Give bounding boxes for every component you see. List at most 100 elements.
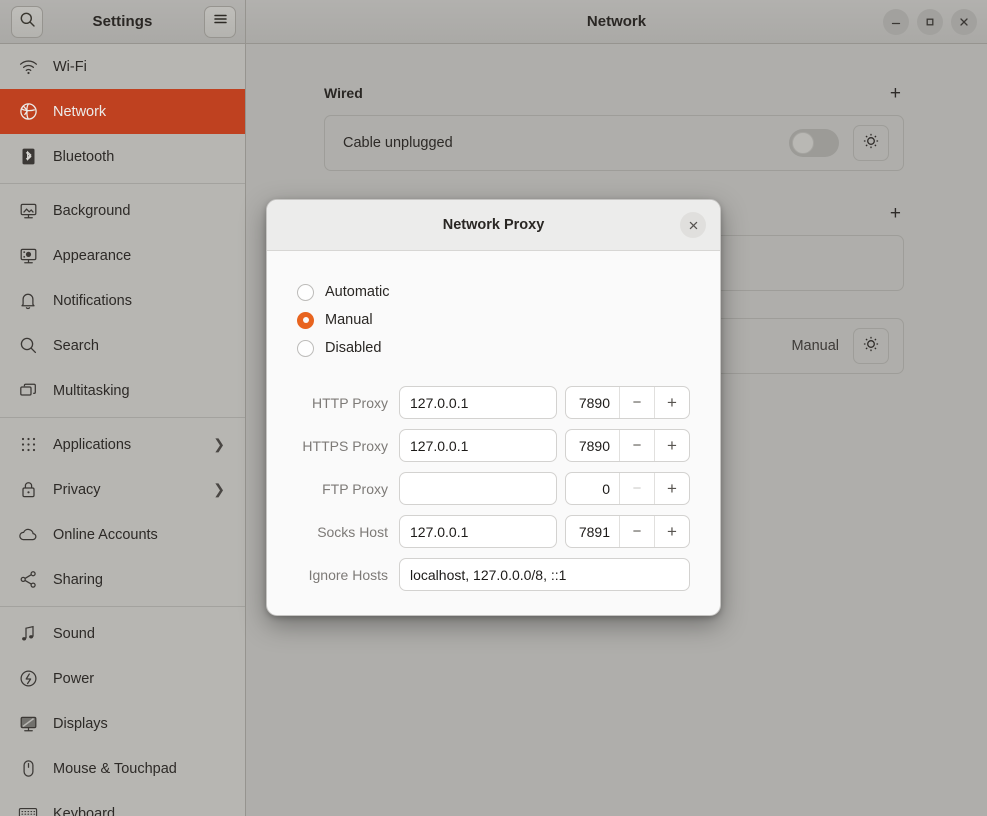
dialog-title: Network Proxy [442,217,545,233]
https-proxy-port-spinner[interactable]: 7890 − + [564,429,690,462]
ftp-proxy-port-spinner[interactable]: 0 − + [564,472,690,505]
radio-manual[interactable] [297,311,314,329]
wallpaper-icon [17,200,39,222]
ftp-proxy-host-input[interactable] [399,472,557,505]
music-note-icon [17,623,39,645]
settings-window: Settings Network Wi-Fi Network Bluetooth… [0,0,987,816]
add-wired-button[interactable]: + [890,84,904,103]
keyboard-icon [17,803,39,816]
ftp-proxy-port-increment[interactable]: + [654,473,689,504]
lock-icon [17,479,39,501]
bluetooth-icon [17,146,39,168]
sidebar-item-multitasking[interactable]: Multitasking [0,368,245,413]
search-button[interactable] [11,5,43,38]
sidebar-item-network[interactable]: Network [0,89,245,134]
sidebar-separator [0,417,245,418]
radio-row-automatic[interactable]: Automatic [297,278,690,306]
proxy-settings-button[interactable] [853,328,889,364]
globe-icon [17,101,39,123]
sidebar-item-label: Displays [53,715,108,732]
share-icon [17,569,39,591]
maximize-button[interactable] [917,8,943,35]
sidebar-separator [0,183,245,184]
settings-sidebar[interactable]: Wi-Fi Network Bluetooth Background Appea… [0,44,246,816]
sidebar-item-label: Privacy [53,481,101,498]
http-proxy-label: HTTP Proxy [312,394,388,411]
http-proxy-port-spinner[interactable]: 7890 − + [564,386,690,419]
socks-host-port-value[interactable]: 7891 [566,516,619,547]
wired-section-header: Wired + [324,80,904,106]
socks-host-port-increment[interactable]: + [654,516,689,547]
http-proxy-port-decrement[interactable]: − [619,387,654,418]
sidebar-item-appearance[interactable]: Appearance [0,233,245,278]
sidebar-item-mouse-touchpad[interactable]: Mouse & Touchpad [0,746,245,791]
sidebar-item-displays[interactable]: Displays [0,701,245,746]
sidebar-item-label: Online Accounts [53,526,158,543]
main-menu-button[interactable] [204,5,236,38]
chevron-right-icon: ❯ [213,436,225,452]
https-proxy-port-value[interactable]: 7890 [566,430,619,461]
wired-section: Wired + Cable unplugged [324,80,904,171]
https-proxy-label: HTTPS Proxy [302,437,388,454]
sidebar-item-applications[interactable]: Applications ❯ [0,422,245,467]
dialog-close-button[interactable] [680,212,706,238]
proxy-mode-radio-group: Automatic Manual Disabled [297,278,690,362]
sidebar-item-power[interactable]: Power [0,656,245,701]
sidebar-item-privacy[interactable]: Privacy ❯ [0,467,245,512]
bell-icon [17,290,39,312]
http-proxy-port-increment[interactable]: + [654,387,689,418]
wired-toggle[interactable] [789,129,839,157]
sidebar-item-label: Sharing [53,571,103,588]
add-vpn-button[interactable]: + [890,204,904,223]
search-icon [17,335,39,357]
sidebar-item-label: Wi-Fi [53,58,87,75]
https-proxy-host-input[interactable]: 127.0.0.1 [399,429,557,462]
sidebar-item-sound[interactable]: Sound [0,611,245,656]
proxy-row-controls: Manual [791,328,889,364]
wired-row-controls [789,125,889,161]
search-icon [19,11,36,33]
close-button[interactable] [951,8,977,35]
mouse-icon [17,758,39,780]
socks-host-port-decrement[interactable]: − [619,516,654,547]
gear-icon [862,132,880,155]
socks-host-input[interactable]: 127.0.0.1 [399,515,557,548]
power-icon [17,668,39,690]
wired-settings-button[interactable] [853,125,889,161]
sidebar-item-bluetooth[interactable]: Bluetooth [0,134,245,179]
hamburger-menu-icon [212,12,229,31]
network-proxy-dialog: Network Proxy Automatic Manual Disabled [266,199,721,616]
sidebar-item-wi-fi[interactable]: Wi-Fi [0,44,245,89]
socks-host-port-spinner[interactable]: 7891 − + [564,515,690,548]
ignore-hosts-input[interactable]: localhost, 127.0.0.0/8, ::1 [399,558,690,591]
sidebar-item-label: Applications [53,436,132,453]
sidebar-item-notifications[interactable]: Notifications [0,278,245,323]
radio-label-manual: Manual [325,312,373,328]
appearance-icon [17,245,39,267]
ftp-proxy-port-value[interactable]: 0 [566,473,619,504]
minimize-button[interactable] [883,8,909,35]
sidebar-item-sharing[interactable]: Sharing [0,557,245,602]
cloud-icon [17,524,39,546]
http-proxy-port-value[interactable]: 7890 [566,387,619,418]
field-row-ignore-hosts: Ignore Hosts localhost, 127.0.0.0/8, ::1 [297,558,690,591]
dialog-body: Automatic Manual Disabled HTTP Proxy 127… [267,251,720,591]
field-row-ftp-proxy: FTP Proxy 0 − + [297,472,690,505]
sidebar-item-keyboard[interactable]: Keyboard [0,791,245,816]
display-icon [17,713,39,735]
wired-connection-row[interactable]: Cable unplugged [324,115,904,171]
radio-row-manual[interactable]: Manual [297,306,690,334]
sidebar-item-background[interactable]: Background [0,188,245,233]
radio-automatic[interactable] [297,283,314,301]
ftp-proxy-label: FTP Proxy [322,480,388,497]
radio-disabled[interactable] [297,339,314,357]
gear-icon [862,335,880,358]
https-proxy-port-decrement[interactable]: − [619,430,654,461]
sidebar-item-search[interactable]: Search [0,323,245,368]
sidebar-item-label: Appearance [53,247,132,264]
radio-row-disabled[interactable]: Disabled [297,334,690,362]
http-proxy-host-input[interactable]: 127.0.0.1 [399,386,557,419]
https-proxy-port-increment[interactable]: + [654,430,689,461]
sidebar-item-label: Multitasking [53,382,130,399]
sidebar-item-online-accounts[interactable]: Online Accounts [0,512,245,557]
